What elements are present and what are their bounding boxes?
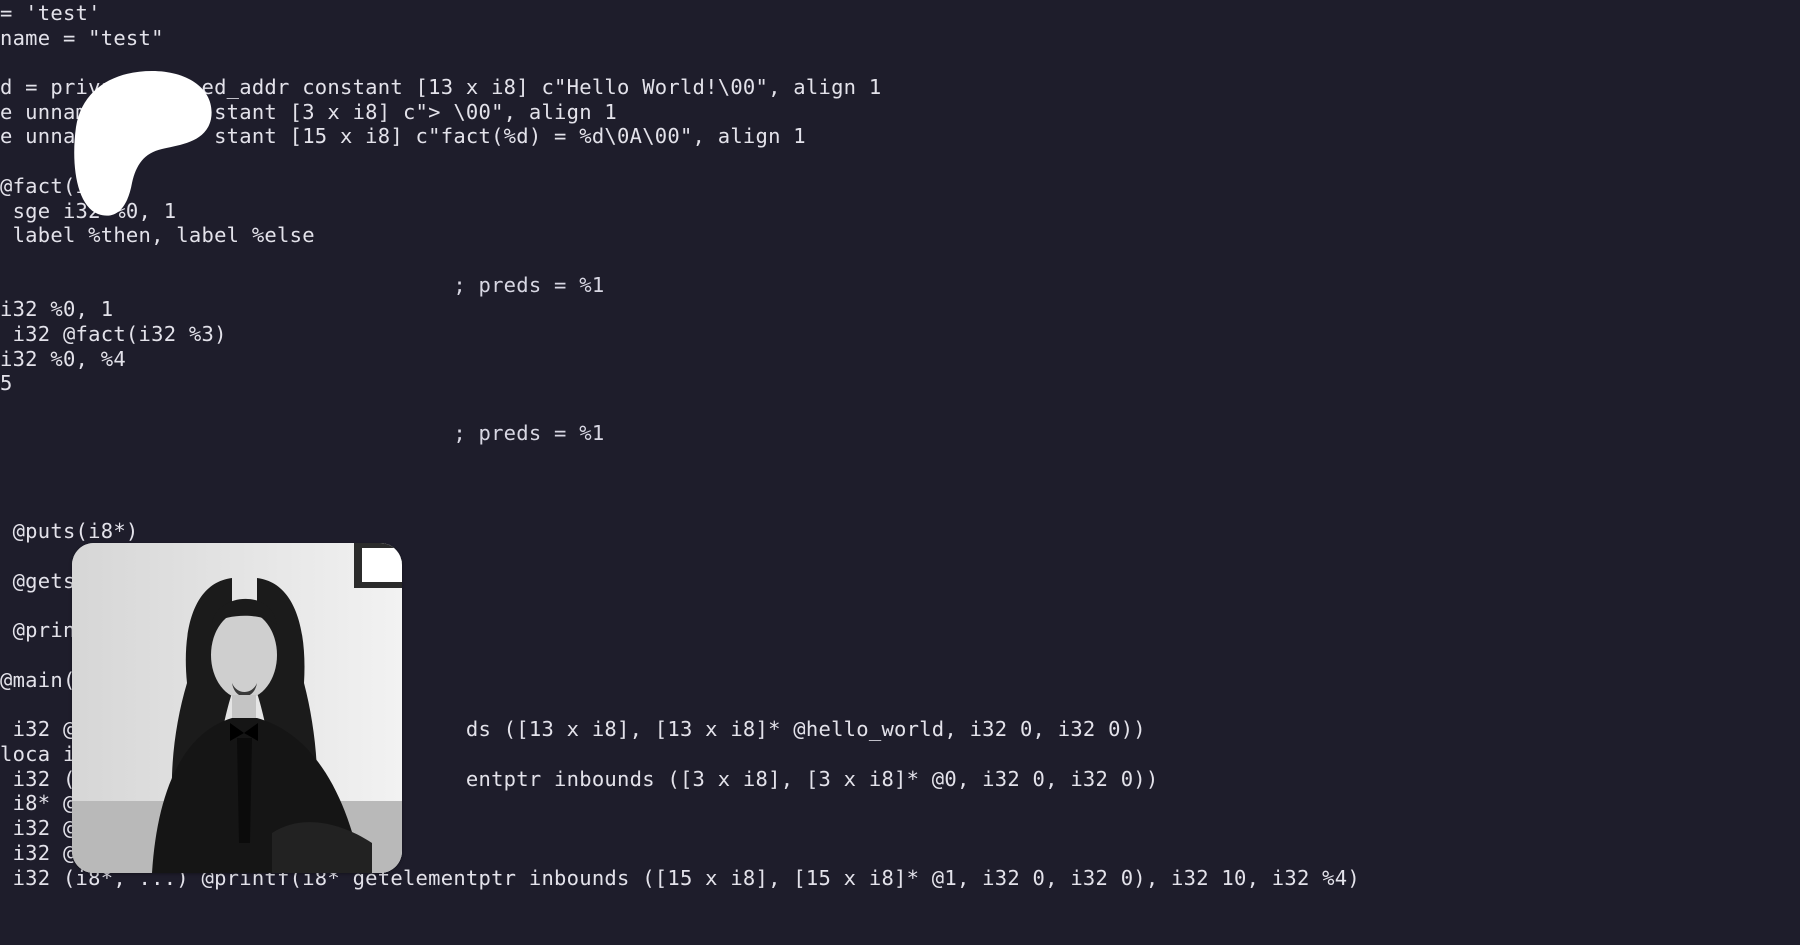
code-line: @puts(i8*) <box>0 519 139 543</box>
screen: = 'test' name = "test" d = privat ed_add… <box>0 0 1800 945</box>
code-line: i32 %0, 1 <box>0 297 114 321</box>
code-line: name = "test" <box>0 26 164 50</box>
code-line: i32 @fact(i32 %3) <box>0 322 227 346</box>
white-blob-shape <box>70 69 220 219</box>
code-comment-line: ; preds = %1 <box>0 273 605 297</box>
avatar-photo <box>72 543 402 873</box>
code-line: 5 <box>0 371 13 395</box>
code-line: = 'test' <box>0 1 101 25</box>
code-line: i32 %0, %4 <box>0 347 126 371</box>
person-photo-icon <box>72 543 402 873</box>
code-comment-line: ; preds = %1 <box>0 421 605 445</box>
code-line: label %then, label %else <box>0 223 315 247</box>
